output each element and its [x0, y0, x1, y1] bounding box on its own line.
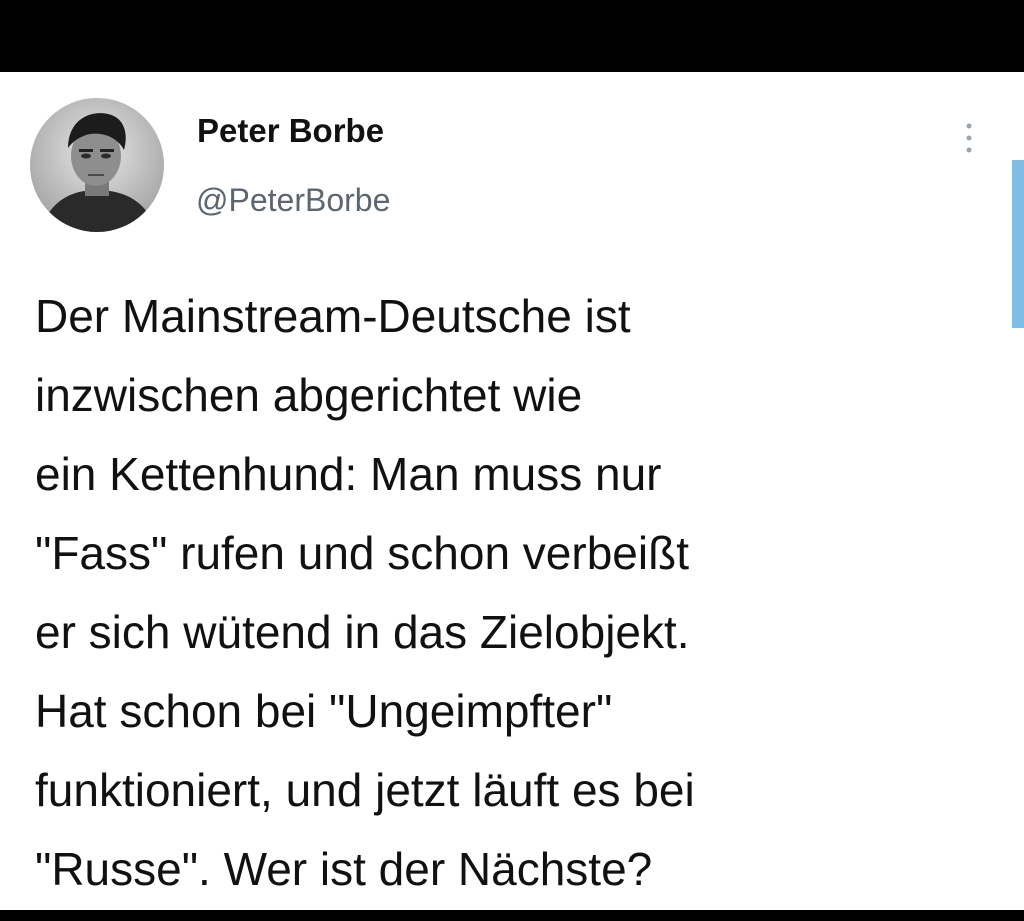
- more-vertical-icon[interactable]: [960, 120, 978, 156]
- tweet-card: Peter Borbe @PeterBorbe Der Mainstream-D…: [0, 72, 1012, 910]
- tweet-line: ein Kettenhund: Man muss nur: [35, 448, 662, 500]
- author-handle[interactable]: @PeterBorbe: [196, 182, 390, 219]
- tweet-line: funktioniert, und jetzt läuft es bei: [35, 764, 695, 816]
- tweet-line: "Russe". Wer ist der Nächste?: [35, 843, 653, 895]
- author-avatar[interactable]: [30, 98, 164, 232]
- tweet-line: er sich wütend in das Zielobjekt.: [35, 606, 690, 658]
- scrollbar-thumb[interactable]: [1012, 160, 1024, 328]
- tweet-line: Hat schon bei "Ungeimpfter": [35, 685, 613, 737]
- tweet-line: inzwischen abgerichtet wie: [35, 369, 583, 421]
- scrollbar-track: [1012, 328, 1024, 910]
- top-black-bar: [0, 0, 1024, 72]
- scrollbar-track: [1012, 72, 1024, 160]
- tweet-line: Der Mainstream-Deutsche ist: [35, 290, 631, 342]
- tweet-line: "Fass" rufen und schon verbeißt: [35, 527, 689, 579]
- bottom-black-strip: [0, 910, 1024, 921]
- avatar-photo: [30, 98, 164, 232]
- author-display-name[interactable]: Peter Borbe: [197, 112, 384, 150]
- tweet-body: Der Mainstream-Deutsche ist inzwischen a…: [35, 277, 995, 909]
